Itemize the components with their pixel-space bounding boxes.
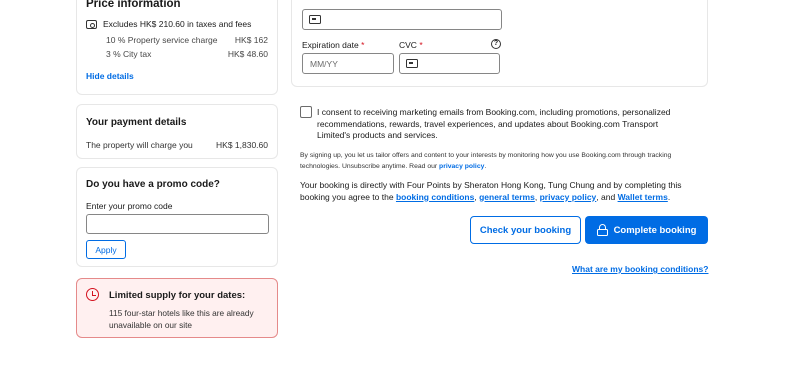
- signup-notice: By signing up, you let us tailor offers …: [300, 152, 672, 170]
- alarm-clock-icon: [86, 288, 99, 301]
- promo-code-title: Do you have a promo code?: [86, 179, 220, 190]
- promo-code-input[interactable]: [86, 214, 269, 234]
- excludes-taxes-text: Excludes HK$ 210.60 in taxes and fees: [103, 19, 252, 29]
- check-booking-button[interactable]: Check your booking: [470, 216, 581, 244]
- payment-details-card: Your payment details The property will c…: [76, 104, 278, 159]
- complete-booking-label: Complete booking: [613, 224, 697, 236]
- limited-supply-title: Limited supply for your dates:: [109, 290, 246, 301]
- expiration-date-label: Expiration date *: [302, 40, 365, 50]
- fee-row: 10 % Property service charge HK$ 162: [106, 35, 268, 45]
- required-mark: *: [361, 40, 365, 50]
- price-information-card: Price information Excludes HK$ 210.60 in…: [76, 0, 278, 95]
- required-mark: *: [419, 40, 423, 50]
- expiration-date-input[interactable]: MM/YY: [302, 53, 394, 74]
- fee-value: HK$ 48.60: [227, 49, 268, 59]
- privacy-policy-link[interactable]: privacy policy: [439, 163, 484, 170]
- limited-supply-text: 115 four-star hotels like this are alrea…: [109, 308, 254, 330]
- credit-card-icon: [406, 59, 418, 68]
- cvc-input[interactable]: [399, 53, 500, 74]
- marketing-consent-checkbox[interactable]: [300, 106, 312, 118]
- price-tag-icon: [86, 19, 97, 29]
- property-charge-label: The property will charge you: [86, 140, 193, 150]
- privacy-policy-link[interactable]: privacy policy: [540, 192, 597, 202]
- fee-label: 3 % City tax: [106, 49, 152, 59]
- promo-code-card: Do you have a promo code? Enter your pro…: [76, 167, 278, 267]
- property-charge-row: The property will charge you HK$ 1,830.6…: [86, 140, 268, 150]
- complete-booking-button[interactable]: Complete booking: [585, 216, 708, 244]
- fee-row: 3 % City tax HK$ 48.60: [106, 49, 268, 59]
- price-information-title: Price information: [86, 0, 181, 10]
- limited-supply-alert: Limited supply for your dates: 115 four-…: [76, 278, 278, 338]
- credit-card-icon: [309, 15, 321, 24]
- apply-promo-button[interactable]: Apply: [86, 240, 126, 259]
- hide-details-link[interactable]: Hide details: [86, 71, 134, 81]
- fee-label: 10 % Property service charge: [106, 35, 218, 45]
- cvc-label: CVC *: [399, 40, 423, 50]
- help-icon[interactable]: ?: [491, 39, 501, 49]
- card-number-input[interactable]: [302, 9, 502, 30]
- card-details-form: Expiration date * CVC * ? MM/YY: [291, 0, 708, 87]
- general-terms-link[interactable]: general terms: [479, 192, 535, 202]
- promo-code-label: Enter your promo code: [86, 201, 173, 211]
- excludes-taxes-row: Excludes HK$ 210.60 in taxes and fees: [86, 19, 251, 29]
- lock-icon: [596, 224, 608, 236]
- wallet-terms-link[interactable]: Wallet terms: [618, 192, 668, 202]
- booking-agreement-text: Your booking is directly with Four Point…: [300, 180, 682, 202]
- property-charge-value: HK$ 1,830.60: [216, 140, 268, 150]
- payment-details-title: Your payment details: [86, 117, 187, 128]
- booking-conditions-help-link[interactable]: What are my booking conditions?: [572, 264, 708, 274]
- booking-conditions-link[interactable]: booking conditions: [396, 192, 474, 202]
- fee-value: HK$ 162: [234, 35, 268, 45]
- marketing-consent-text: I consent to receiving marketing emails …: [317, 107, 671, 140]
